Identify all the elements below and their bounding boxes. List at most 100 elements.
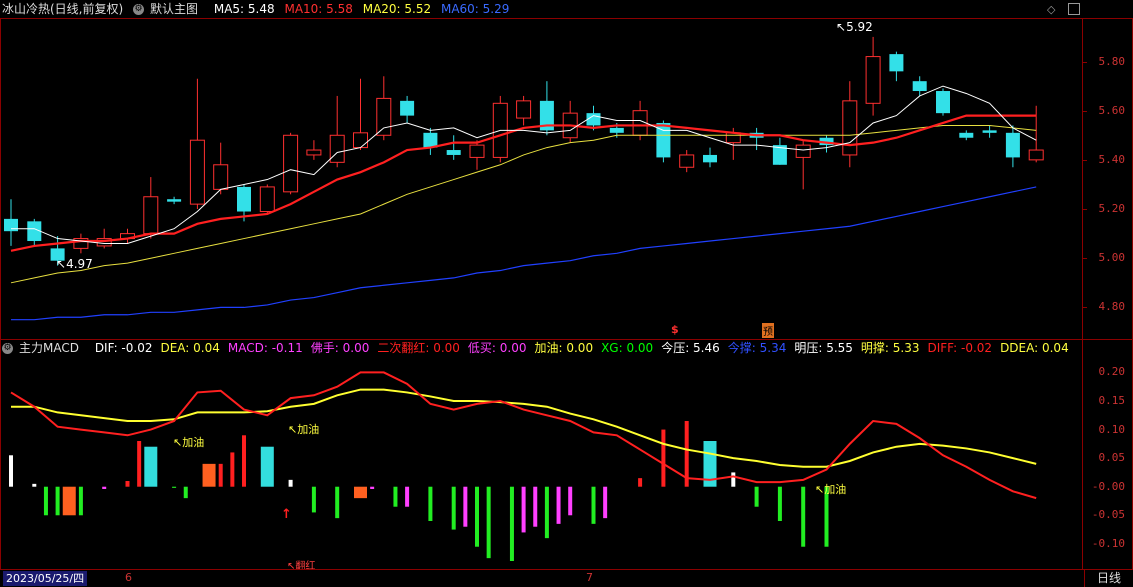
- macd-bar: [242, 435, 246, 487]
- macd-bar: [288, 479, 293, 487]
- macd-bar: [230, 452, 235, 487]
- jiayou-annotation-1: ↖加油: [173, 436, 205, 449]
- macd-bar: [463, 486, 468, 527]
- macd-bar: [451, 486, 456, 530]
- candle-body: [167, 199, 182, 202]
- ma60-label: MA60: 5.29: [440, 2, 510, 16]
- macd-value-6: 加油: 0.00: [534, 341, 594, 355]
- macd-bar: [486, 486, 491, 559]
- jiayou-label: 加油: [824, 483, 847, 496]
- macd-bar: [55, 486, 60, 516]
- price-axis-label: 5.00: [1098, 251, 1126, 265]
- macd-bar: [62, 486, 76, 516]
- candle-body: [306, 149, 322, 156]
- price-axis-tick: [1082, 61, 1087, 63]
- macd-value-7: XG: 0.00: [601, 341, 654, 355]
- price-axis-label: 4.80: [1098, 300, 1126, 314]
- candle-body: [353, 132, 368, 149]
- macd-bar: [32, 483, 37, 487]
- signal-marker-yu: 预: [762, 323, 774, 338]
- price-chart: [4, 36, 1044, 321]
- macd-bar: [405, 486, 410, 507]
- macd-value-8: 今压: 5.46: [661, 341, 720, 355]
- dif-line: [10, 371, 1037, 500]
- macd-value-2: MACD: -0.11: [227, 341, 303, 355]
- macd-chart: [9, 371, 1037, 561]
- high-value: 5.92: [846, 20, 873, 34]
- candle-body: [1005, 132, 1020, 158]
- candle-body: [609, 127, 624, 133]
- macd-axis-label: -0.00: [1091, 479, 1125, 493]
- ma10-label: MA10: 5.58: [284, 2, 353, 16]
- candle-body: [423, 132, 438, 148]
- price-axis-label: 5.60: [1098, 103, 1126, 117]
- price-axis-tick: [1082, 209, 1087, 211]
- macd-bar: [202, 463, 216, 487]
- macd-bar: [521, 486, 526, 533]
- ma60-line: [11, 186, 1037, 321]
- macd-settings[interactable]: ⚙ 主力MACD: [2, 341, 85, 355]
- candle-body: [400, 100, 415, 116]
- month-tick-6: 6: [125, 571, 132, 584]
- macd-bar: [78, 486, 83, 516]
- high-annotation: ↖5.92: [836, 20, 873, 34]
- macd-bar: [731, 472, 736, 487]
- macd-bar: [183, 486, 188, 499]
- candle-body: [959, 132, 974, 138]
- macd-bar: [661, 429, 666, 487]
- gear-icon[interactable]: ⚙: [133, 4, 145, 15]
- macd-values: DIF: -0.02 DEA: 0.04 MACD: -0.11 佛手: 0.00 二次…: [95, 341, 1077, 355]
- expand-icon[interactable]: ◇: [1047, 3, 1055, 16]
- price-axis-tick: [1082, 110, 1087, 112]
- timeline-bar[interactable]: 2023/05/25/四 6 7 日线: [0, 569, 1133, 587]
- macd-value-3: 佛手: 0.00: [310, 341, 370, 355]
- macd-bar: [428, 486, 433, 521]
- macd-value-9: 今撑: 5.34: [727, 341, 787, 355]
- jiayou-annotation-2: ↖加油: [288, 423, 320, 436]
- macd-value-5: 低买: 0.00: [467, 341, 527, 355]
- price-axis-label: 5.40: [1098, 152, 1126, 166]
- price-axis-tick: [1082, 159, 1087, 161]
- macd-value-11: 明撑: 5.33: [860, 341, 920, 355]
- candle-body: [329, 134, 345, 163]
- candle-body: [795, 144, 811, 158]
- gear-icon[interactable]: ⚙: [2, 343, 13, 354]
- candle-body: [912, 81, 927, 92]
- low-value: 4.97: [66, 257, 93, 271]
- macd-bar: [144, 446, 158, 487]
- close-icon[interactable]: [1068, 3, 1080, 15]
- jiayou-annotation-3: ↖加油: [815, 483, 847, 496]
- macd-bar: [311, 486, 316, 513]
- timeframe-button[interactable]: 日线: [1084, 570, 1133, 587]
- macd-bar: [754, 486, 759, 507]
- macd-axis-label: 0.20: [1098, 365, 1126, 379]
- macd-bar: [475, 486, 479, 547]
- candle-body: [469, 144, 485, 158]
- chart-title[interactable]: 冰山冷热(日线,前复权): [2, 2, 123, 16]
- jiayou-label: 加油: [182, 436, 205, 449]
- macd-bar: [638, 478, 643, 487]
- low-annotation: ↖4.97: [56, 257, 93, 271]
- month-tick-7: 7: [586, 571, 593, 584]
- main-header: 冰山冷热(日线,前复权) ⚙ 默认主图 MA5: 5.48 MA10: 5.58 …: [2, 0, 515, 18]
- macd-value-1: DEA: 0.04: [160, 341, 220, 355]
- template-selector[interactable]: ⚙ 默认主图: [133, 2, 204, 16]
- macd-bar: [218, 463, 223, 487]
- macd-value-4: 二次翻红: 0.00: [377, 341, 460, 355]
- macd-axis-label: -0.05: [1091, 508, 1125, 522]
- macd-bar: [125, 481, 130, 487]
- macd-bar: [102, 486, 107, 489]
- price-axis-tick: [1082, 307, 1087, 309]
- macd-bar: [260, 446, 274, 487]
- candle-body: [982, 130, 997, 133]
- jiayou-label: 加油: [297, 423, 320, 436]
- price-axis-tick: [1082, 258, 1087, 260]
- macd-bar: [533, 486, 538, 527]
- macd-bar: [393, 486, 398, 507]
- candle-body: [446, 150, 461, 155]
- ma20-line: [10, 124, 1037, 284]
- macd-bar: [172, 486, 177, 488]
- dea-line: [11, 388, 1037, 468]
- macd-bar: [370, 486, 375, 489]
- candle-body: [865, 56, 881, 104]
